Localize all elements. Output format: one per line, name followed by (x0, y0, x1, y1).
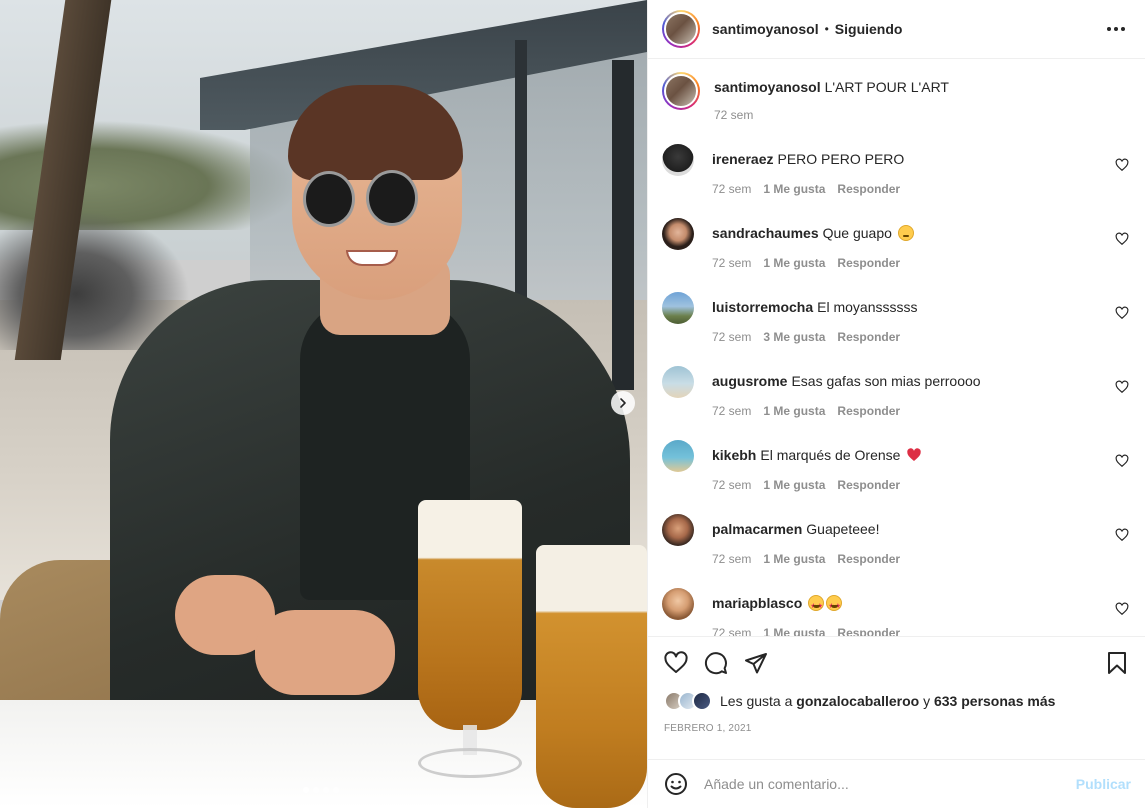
comment-row: augusrome Esas gafas son mias perroooo 72… (662, 365, 1129, 439)
caption-username[interactable]: santimoyanosol (714, 79, 821, 95)
heart-outline-icon[interactable] (1115, 602, 1129, 616)
comment-time[interactable]: 72 sem (712, 552, 751, 566)
comment-row: sandrachaumes Que guapo 72 sem 1 Me gusta… (662, 217, 1129, 291)
comment-text: PERO PERO PERO (777, 151, 905, 167)
author-username[interactable]: santimoyanosol (712, 21, 819, 37)
comment-row: ireneraez PERO PERO PERO 72 sem 1 Me gust… (662, 143, 1129, 217)
comment-time[interactable]: 72 sem (712, 478, 751, 492)
author-avatar[interactable] (662, 10, 700, 48)
heart-outline-icon[interactable] (1115, 232, 1129, 246)
reply-button[interactable]: Responder (837, 330, 900, 344)
slide-dot-active (303, 787, 309, 793)
commenter-avatar[interactable] (662, 144, 694, 176)
likes-others[interactable]: 633 personas más (934, 693, 1055, 709)
comments-list[interactable]: santimoyanosol L'ART POUR L'ART 72 sem ir… (648, 59, 1145, 636)
heart-outline-icon[interactable] (1115, 528, 1129, 542)
comment-text: Guapeteee! (806, 521, 880, 537)
comment-likes[interactable]: 1 Me gusta (763, 626, 825, 636)
comment-text: El marqués de Orense (760, 447, 901, 463)
commenter-avatar[interactable] (662, 292, 694, 324)
slide-dot (333, 787, 339, 793)
post-modal: santimoyanosol • Siguiendo santimoyanoso… (0, 0, 1145, 808)
slide-dot (323, 787, 329, 793)
reply-button[interactable]: Responder (837, 182, 900, 196)
likes-prefix: Les gusta a (720, 693, 793, 709)
post-header: santimoyanosol • Siguiendo (648, 0, 1145, 59)
reply-button[interactable]: Responder (837, 478, 900, 492)
comment-likes[interactable]: 1 Me gusta (763, 478, 825, 492)
comment-username[interactable]: luistorremocha (712, 299, 813, 315)
liker-avatars[interactable] (664, 691, 712, 711)
emoji-icon[interactable] (664, 772, 688, 796)
comment-time[interactable]: 72 sem (712, 182, 751, 196)
comment-username[interactable]: palmacarmen (712, 521, 802, 537)
comment-text: Esas gafas son mias perroooo (791, 373, 981, 389)
caption-text: L'ART POUR L'ART (824, 79, 949, 95)
heart-outline-icon[interactable] (1115, 454, 1129, 468)
flushed-face-emoji-icon (897, 225, 914, 241)
add-comment-bar: Publicar (648, 759, 1145, 808)
like-heart-icon[interactable] (664, 651, 688, 675)
comment-row: palmacarmen Guapeteee! 72 sem 1 Me gusta … (662, 513, 1129, 587)
commenter-avatar[interactable] (662, 588, 694, 620)
heart-outline-icon[interactable] (1115, 306, 1129, 320)
follow-status-button[interactable]: Siguiendo (835, 21, 903, 37)
header-separator: • (824, 22, 829, 36)
comment-likes[interactable]: 1 Me gusta (763, 404, 825, 418)
slide-indicator (303, 787, 339, 793)
comment-row: mariapblasco 72 sem 1 Me gusta Responder (662, 587, 1129, 636)
star-struck-emoji-icon (826, 595, 843, 615)
bookmark-icon[interactable] (1105, 651, 1129, 675)
comment-row: kikebh El marqués de Orense 72 sem 1 Me g… (662, 439, 1129, 513)
comment-username[interactable]: kikebh (712, 447, 756, 463)
comment-username[interactable]: augusrome (712, 373, 787, 389)
photo-scene (0, 0, 647, 808)
caption-row: santimoyanosol L'ART POUR L'ART 72 sem (662, 71, 1129, 143)
comment-time[interactable]: 72 sem (712, 256, 751, 270)
heart-outline-icon[interactable] (1115, 380, 1129, 394)
caption-time[interactable]: 72 sem (714, 108, 753, 122)
share-icon[interactable] (744, 651, 768, 675)
comment-time[interactable]: 72 sem (712, 330, 751, 344)
commenter-avatar[interactable] (662, 366, 694, 398)
commenter-avatar[interactable] (662, 218, 694, 250)
post-photo[interactable] (0, 0, 647, 808)
comment-text: Que guapo (822, 225, 892, 241)
likes-joiner: y (923, 693, 931, 709)
comment-likes[interactable]: 1 Me gusta (763, 182, 825, 196)
heart-outline-icon[interactable] (1115, 158, 1129, 172)
comment-likes[interactable]: 3 Me gusta (763, 330, 825, 344)
next-arrow-icon (620, 398, 626, 408)
action-icons (664, 651, 1129, 675)
comment-text: El moyanssssss (817, 299, 918, 315)
post-date[interactable]: FEBRERO 1, 2021 (664, 723, 1129, 734)
comment-time[interactable]: 72 sem (712, 404, 751, 418)
commenter-avatar[interactable] (662, 440, 694, 472)
next-slide-button[interactable] (611, 391, 635, 415)
comment-username[interactable]: sandrachaumes (712, 225, 819, 241)
slide-dot (313, 787, 319, 793)
reply-button[interactable]: Responder (837, 404, 900, 418)
post-side-panel: santimoyanosol • Siguiendo santimoyanoso… (647, 0, 1145, 808)
comment-username[interactable]: mariapblasco (712, 595, 802, 611)
liker-username[interactable]: gonzalocaballeroo (796, 693, 919, 709)
caption-avatar[interactable] (662, 72, 700, 110)
red-heart-emoji-icon (907, 448, 922, 461)
likes-summary: Les gusta a gonzalocaballeroo y 633 pers… (664, 691, 1129, 711)
comment-time[interactable]: 72 sem (712, 626, 751, 636)
comment-username[interactable]: ireneraez (712, 151, 773, 167)
commenter-avatar[interactable] (662, 514, 694, 546)
publish-button[interactable]: Publicar (1076, 776, 1131, 792)
comment-input[interactable] (704, 776, 1076, 792)
reply-button[interactable]: Responder (837, 552, 900, 566)
comment-likes[interactable]: 1 Me gusta (763, 256, 825, 270)
comment-likes[interactable]: 1 Me gusta (763, 552, 825, 566)
reply-button[interactable]: Responder (837, 626, 900, 636)
post-actions: Les gusta a gonzalocaballeroo y 633 pers… (648, 636, 1145, 759)
more-options-icon[interactable] (1101, 21, 1131, 37)
star-struck-emoji-icon (808, 595, 825, 615)
comment-row: luistorremocha El moyanssssss 72 sem 3 Me… (662, 291, 1129, 365)
reply-button[interactable]: Responder (837, 256, 900, 270)
comment-icon[interactable] (704, 651, 728, 675)
